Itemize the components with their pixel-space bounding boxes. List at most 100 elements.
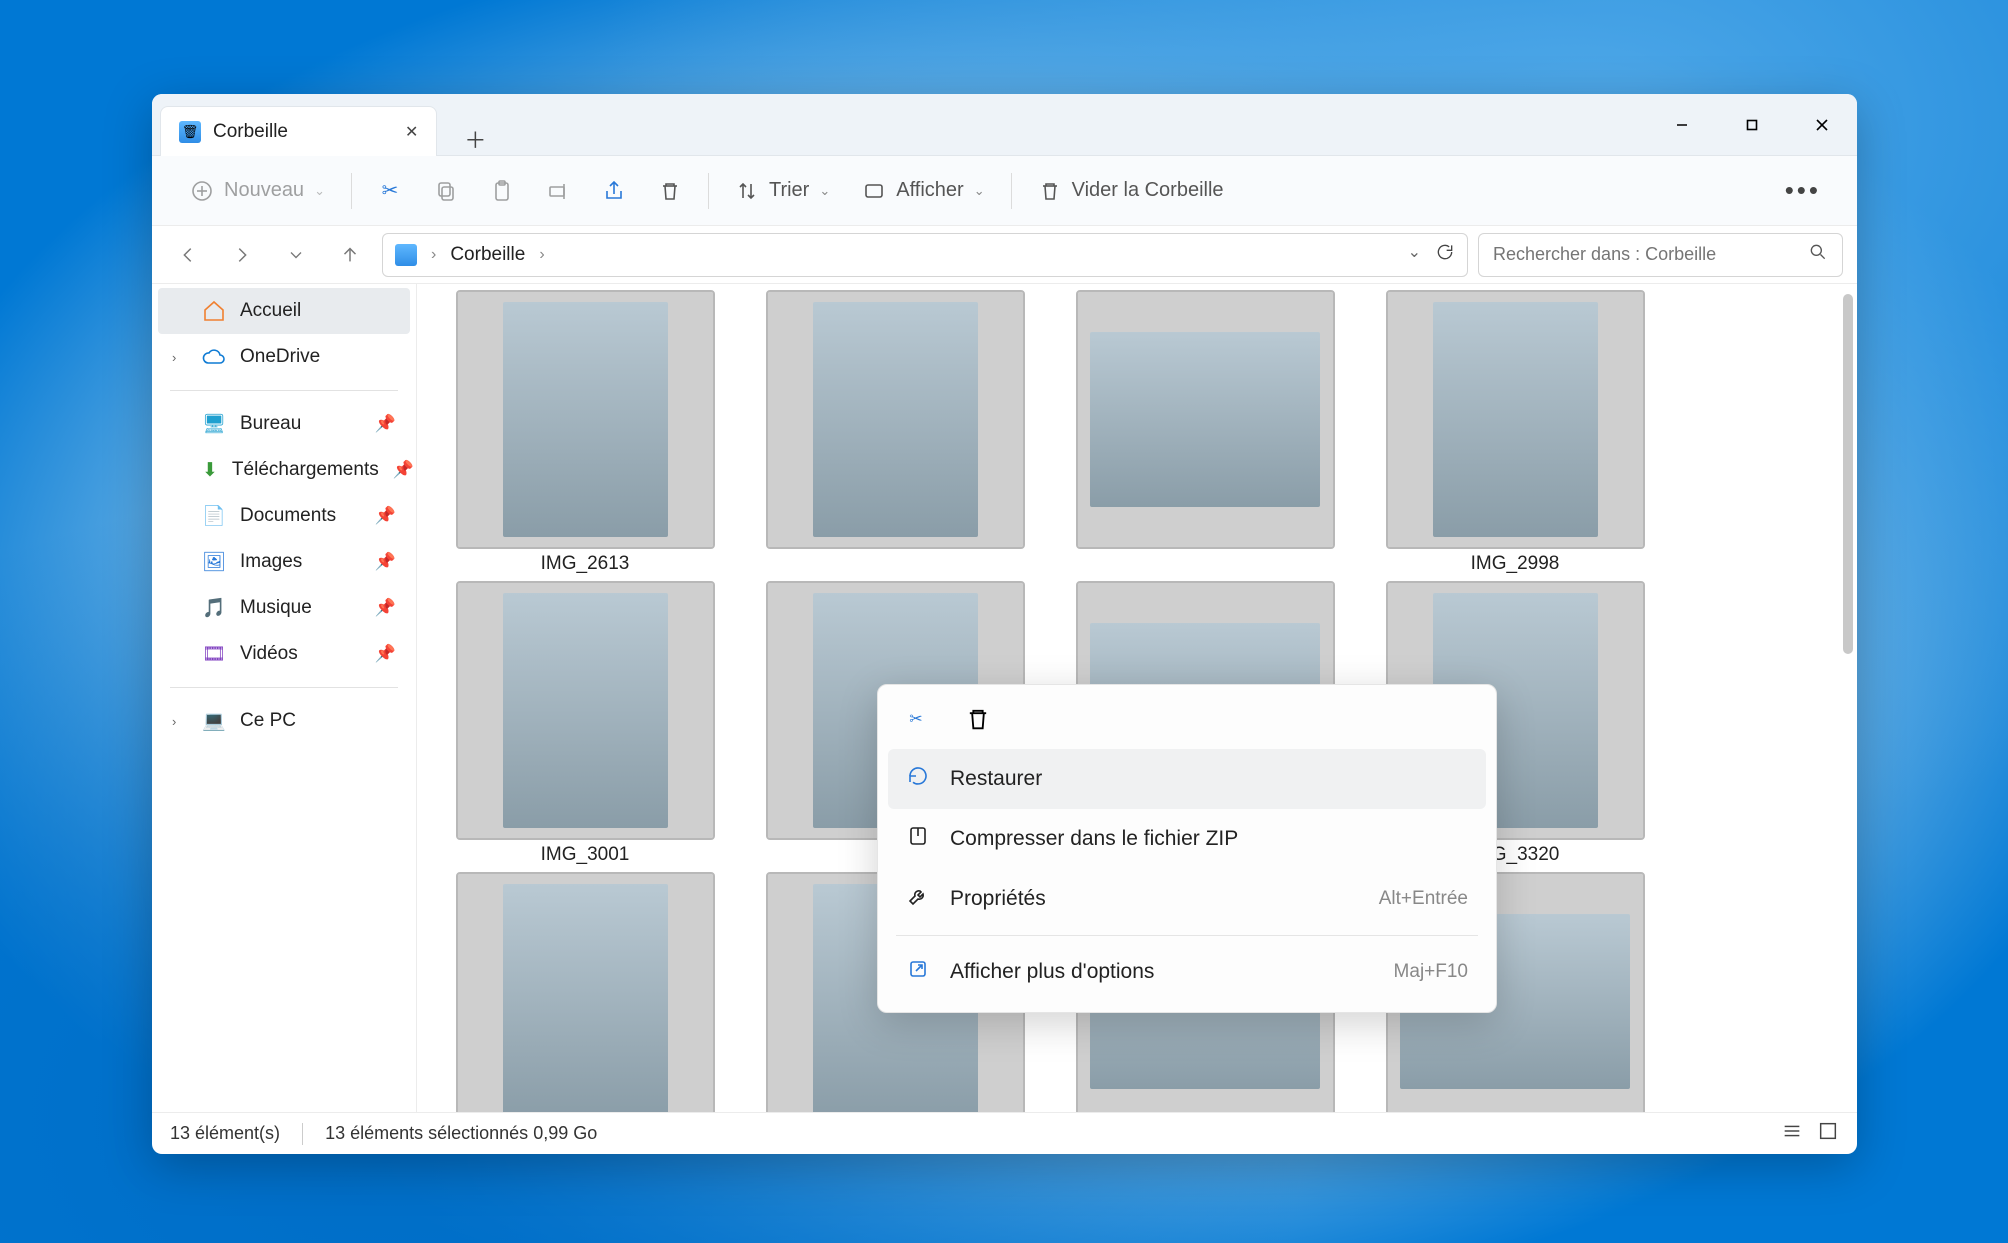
more-button[interactable]: ••• xyxy=(1771,167,1835,214)
address-bar[interactable]: › Corbeille › ⌄ xyxy=(382,233,1468,277)
trash-icon[interactable] xyxy=(964,705,992,733)
rename-icon xyxy=(546,179,570,203)
breadcrumb-separator: › xyxy=(539,246,544,264)
pin-icon[interactable]: 📌 xyxy=(375,414,396,434)
back-button[interactable] xyxy=(166,233,210,277)
share-button[interactable] xyxy=(586,171,642,211)
file-item[interactable]: IMG_3001 xyxy=(435,583,735,866)
sidebar-item-documents[interactable]: 📄 Documents 📌 xyxy=(158,493,410,539)
forward-button[interactable] xyxy=(220,233,264,277)
plus-circle-icon xyxy=(190,179,214,203)
breadcrumb-location[interactable]: Corbeille xyxy=(450,244,525,266)
desktop-icon: 🖥 xyxy=(202,412,226,436)
cut-button[interactable]: ✂ xyxy=(362,171,418,211)
monitor-icon: 💻 xyxy=(202,709,226,733)
file-name: IMG_3001 xyxy=(541,844,630,866)
sidebar-item-pictures[interactable]: 🖼 Images 📌 xyxy=(158,539,410,585)
view-label: Afficher xyxy=(896,179,963,202)
tabs-strip: 🗑 Corbeille ✕ ＋ xyxy=(152,94,1647,155)
delete-button[interactable] xyxy=(642,171,698,211)
file-item[interactable]: IMG_2998 xyxy=(1365,292,1665,575)
sidebar-item-onedrive[interactable]: › OneDrive xyxy=(158,334,410,380)
sidebar-item-label: Musique xyxy=(240,597,312,619)
close-button[interactable] xyxy=(1787,94,1857,155)
view-button[interactable]: Afficher ⌄ xyxy=(846,171,1000,211)
file-explorer-window: 🗑 Corbeille ✕ ＋ Nouveau ⌄ ✂ Trier ⌄ xyxy=(152,94,1857,1154)
copy-button[interactable] xyxy=(418,171,474,211)
file-item[interactable] xyxy=(745,292,1045,575)
context-menu-label: Restaurer xyxy=(950,767,1042,791)
new-tab-button[interactable]: ＋ xyxy=(455,123,495,155)
empty-label: Vider la Corbeille xyxy=(1072,179,1224,202)
sidebar-item-label: Documents xyxy=(240,505,336,527)
search-icon[interactable] xyxy=(1808,242,1828,267)
search-box[interactable] xyxy=(1478,233,1843,277)
home-icon xyxy=(202,299,226,323)
sidebar-separator xyxy=(170,390,398,391)
context-menu-properties[interactable]: Propriétés Alt+Entrée xyxy=(888,869,1486,929)
maximize-button[interactable] xyxy=(1717,94,1787,155)
navigation-pane: Accueil › OneDrive 🖥 Bureau 📌 ⬇ Téléchar… xyxy=(152,284,417,1112)
minimize-button[interactable] xyxy=(1647,94,1717,155)
sidebar-item-music[interactable]: 🎵 Musique 📌 xyxy=(158,585,410,631)
context-menu-compress[interactable]: Compresser dans le fichier ZIP xyxy=(888,809,1486,869)
thumbnails-view-icon[interactable] xyxy=(1817,1120,1839,1147)
scrollbar[interactable] xyxy=(1843,294,1853,654)
download-icon: ⬇ xyxy=(202,458,218,482)
context-menu-separator xyxy=(896,935,1478,936)
tab-recycle-bin[interactable]: 🗑 Corbeille ✕ xyxy=(160,106,437,156)
empty-recycle-bin-button[interactable]: Vider la Corbeille xyxy=(1022,171,1240,211)
pin-icon[interactable]: 📌 xyxy=(375,552,396,572)
scissors-icon: ✂ xyxy=(378,179,402,203)
new-button[interactable]: Nouveau ⌄ xyxy=(174,171,341,211)
details-view-icon[interactable] xyxy=(1781,1120,1803,1147)
wrench-icon xyxy=(906,884,930,914)
sidebar-separator xyxy=(170,687,398,688)
recent-button[interactable] xyxy=(274,233,318,277)
chevron-down-icon[interactable]: ⌄ xyxy=(1408,242,1421,267)
status-bar: 13 élément(s) 13 éléments sélectionnés 0… xyxy=(152,1112,1857,1154)
tab-close-button[interactable]: ✕ xyxy=(405,122,418,142)
status-separator xyxy=(302,1123,303,1145)
chevron-down-icon: ⌄ xyxy=(314,183,325,199)
sidebar-item-this-pc[interactable]: › 💻 Ce PC xyxy=(158,698,410,744)
new-label: Nouveau xyxy=(224,179,304,202)
sort-label: Trier xyxy=(769,179,809,202)
context-menu-more-options[interactable]: Afficher plus d'options Maj+F10 xyxy=(888,942,1486,1002)
sidebar-item-downloads[interactable]: ⬇ Téléchargements 📌 xyxy=(158,447,410,493)
pin-icon[interactable]: 📌 xyxy=(393,460,414,480)
window-controls xyxy=(1647,94,1857,155)
trash-icon xyxy=(658,179,682,203)
sort-button[interactable]: Trier ⌄ xyxy=(719,171,846,211)
context-menu-label: Afficher plus d'options xyxy=(950,960,1154,984)
pin-icon[interactable]: 📌 xyxy=(375,644,396,664)
file-item[interactable] xyxy=(1055,292,1355,575)
pin-icon[interactable]: 📌 xyxy=(375,598,396,618)
undo-icon xyxy=(906,764,930,794)
navigation-bar: › Corbeille › ⌄ xyxy=(152,226,1857,284)
up-button[interactable] xyxy=(328,233,372,277)
sidebar-item-videos[interactable]: 🎞 Vidéos 📌 xyxy=(158,631,410,677)
file-item[interactable] xyxy=(435,874,735,1112)
music-icon: 🎵 xyxy=(202,596,226,620)
recycle-bin-icon xyxy=(395,244,417,266)
status-selection: 13 éléments sélectionnés 0,99 Go xyxy=(325,1123,597,1144)
paste-button[interactable] xyxy=(474,171,530,211)
zip-icon xyxy=(906,824,930,854)
sidebar-item-label: Vidéos xyxy=(240,643,298,665)
trash-icon xyxy=(1038,179,1062,203)
toolbar-separator xyxy=(708,173,709,209)
file-item[interactable]: IMG_2613 xyxy=(435,292,735,575)
context-menu-restore[interactable]: Restaurer xyxy=(888,749,1486,809)
refresh-icon[interactable] xyxy=(1435,242,1455,267)
sidebar-item-home[interactable]: Accueil xyxy=(158,288,410,334)
share-icon xyxy=(602,179,626,203)
search-input[interactable] xyxy=(1493,244,1808,265)
rename-button[interactable] xyxy=(530,171,586,211)
shortcut-label: Maj+F10 xyxy=(1394,961,1468,983)
sidebar-item-desktop[interactable]: 🖥 Bureau 📌 xyxy=(158,401,410,447)
video-icon: 🎞 xyxy=(202,642,226,666)
scissors-icon[interactable]: ✂ xyxy=(902,705,930,733)
copy-icon xyxy=(434,179,458,203)
pin-icon[interactable]: 📌 xyxy=(375,506,396,526)
